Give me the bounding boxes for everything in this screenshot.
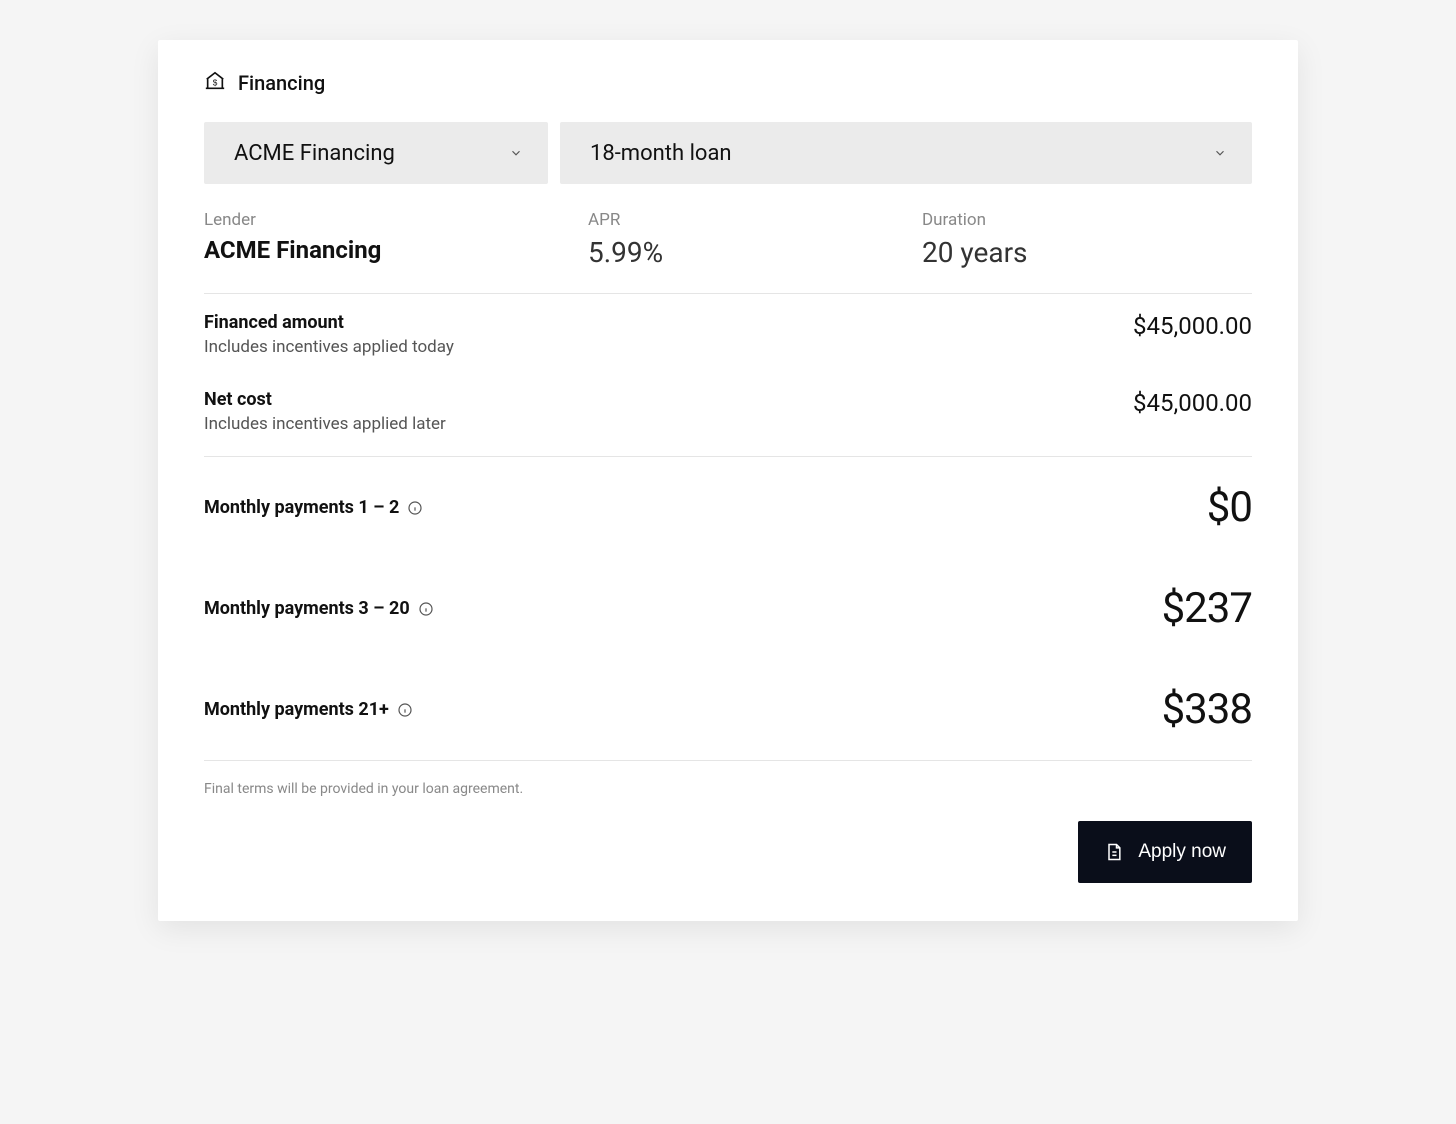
info-icon[interactable] (418, 601, 434, 617)
net-cost-row: Net cost Includes incentives applied lat… (204, 371, 1252, 456)
chevron-down-icon (1212, 145, 1228, 161)
payment-value-3: $338 (1162, 685, 1252, 734)
dropdown-row: ACME Financing 18-month loan (204, 122, 1252, 184)
svg-text:$: $ (213, 79, 218, 88)
summary-duration-label: Duration (922, 210, 1028, 230)
lender-dropdown-label: ACME Financing (234, 141, 395, 166)
summary-lender-value: ACME Financing (204, 236, 588, 264)
term-dropdown-label: 18-month loan (590, 141, 732, 166)
financed-amount-value: $45,000.00 (1133, 312, 1252, 340)
summary-row: Lender ACME Financing APR 5.99% Duration… (204, 210, 1252, 269)
card-title: Financing (238, 71, 325, 95)
document-icon (1104, 842, 1124, 862)
apply-button-label: Apply now (1138, 841, 1226, 863)
payment-label-3: Monthly payments 21+ (204, 699, 389, 720)
net-cost-value: $45,000.00 (1133, 389, 1252, 417)
financed-amount-label: Financed amount (204, 312, 454, 333)
lender-dropdown[interactable]: ACME Financing (204, 122, 548, 184)
payment-row-1: Monthly payments 1 – 2 $0 (204, 457, 1252, 558)
apply-now-button[interactable]: Apply now (1078, 821, 1252, 883)
payment-label-1: Monthly payments 1 – 2 (204, 497, 399, 518)
footer: Apply now (204, 821, 1252, 883)
summary-lender-label: Lender (204, 210, 588, 230)
disclaimer-text: Final terms will be provided in your loa… (204, 761, 1252, 821)
payment-row-3: Monthly payments 21+ $338 (204, 659, 1252, 760)
summary-apr-label: APR (588, 210, 922, 230)
financed-amount-row: Financed amount Includes incentives appl… (204, 294, 1252, 371)
chevron-down-icon (508, 145, 524, 161)
net-cost-label: Net cost (204, 389, 446, 410)
payment-value-2: $237 (1162, 584, 1252, 633)
summary-duration-value: 20 years (922, 236, 1028, 269)
financed-amount-sublabel: Includes incentives applied today (204, 337, 454, 357)
card-header: $ Financing (204, 70, 1252, 96)
info-icon[interactable] (407, 500, 423, 516)
summary-lender: Lender ACME Financing (204, 210, 588, 269)
payment-row-2: Monthly payments 3 – 20 $237 (204, 558, 1252, 659)
financing-icon: $ (204, 70, 226, 96)
payment-label-2: Monthly payments 3 – 20 (204, 598, 410, 619)
financing-card: $ Financing ACME Financing 18-month loan… (158, 40, 1298, 921)
info-icon[interactable] (397, 702, 413, 718)
summary-apr: APR 5.99% (588, 210, 922, 269)
payment-value-1: $0 (1207, 483, 1252, 532)
term-dropdown[interactable]: 18-month loan (560, 122, 1252, 184)
summary-duration: Duration 20 years (922, 210, 1028, 269)
summary-apr-value: 5.99% (588, 236, 922, 269)
net-cost-sublabel: Includes incentives applied later (204, 414, 446, 434)
